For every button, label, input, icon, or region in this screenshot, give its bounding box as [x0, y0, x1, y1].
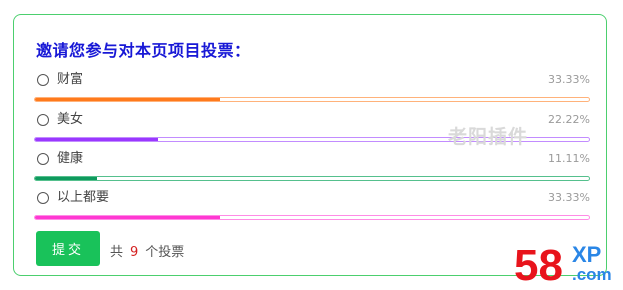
total-count: 9 — [130, 245, 139, 260]
progress-bar-track — [34, 176, 590, 181]
total-suffix: 个投票 — [145, 245, 185, 260]
watermark-text: 老阳插件 — [448, 126, 529, 148]
radio-button-all[interactable] — [37, 192, 49, 204]
vote-total: 共 9 个投票 — [110, 241, 184, 260]
progress-bar-fill — [35, 98, 220, 101]
option-label: 财富 — [57, 72, 84, 87]
progress-bar-fill — [35, 177, 97, 180]
option-label: 健康 — [57, 151, 84, 166]
site-logo: 58 XP .com — [514, 241, 612, 288]
poll-title: 邀请您参与对本页项目投票： — [36, 41, 251, 60]
option-percentage: 11.11% — [548, 152, 590, 165]
progress-bar-fill — [35, 138, 159, 141]
poll-option-wealth[interactable]: 财富 33.33% — [34, 73, 590, 105]
poll-option-all[interactable]: 以上都要 33.33% — [34, 191, 590, 223]
option-percentage: 33.33% — [548, 73, 590, 86]
progress-bar-track — [34, 97, 590, 102]
option-label: 美女 — [57, 112, 84, 127]
progress-bar-fill — [35, 216, 220, 219]
submit-vote-button[interactable]: 提交 — [36, 231, 100, 266]
radio-button-beauty[interactable] — [37, 114, 49, 126]
option-percentage: 33.33% — [548, 191, 590, 204]
radio-button-wealth[interactable] — [37, 74, 49, 86]
option-label: 以上都要 — [57, 190, 110, 205]
radio-button-health[interactable] — [37, 153, 49, 165]
logo-domain: .com — [572, 265, 612, 284]
total-prefix: 共 — [110, 245, 124, 260]
logo-letters: XP — [572, 242, 601, 267]
progress-bar-track — [34, 215, 590, 220]
logo-number: 58 — [514, 241, 563, 288]
poll-option-health[interactable]: 健康 11.11% — [34, 152, 590, 184]
option-percentage: 22.22% — [548, 113, 590, 126]
